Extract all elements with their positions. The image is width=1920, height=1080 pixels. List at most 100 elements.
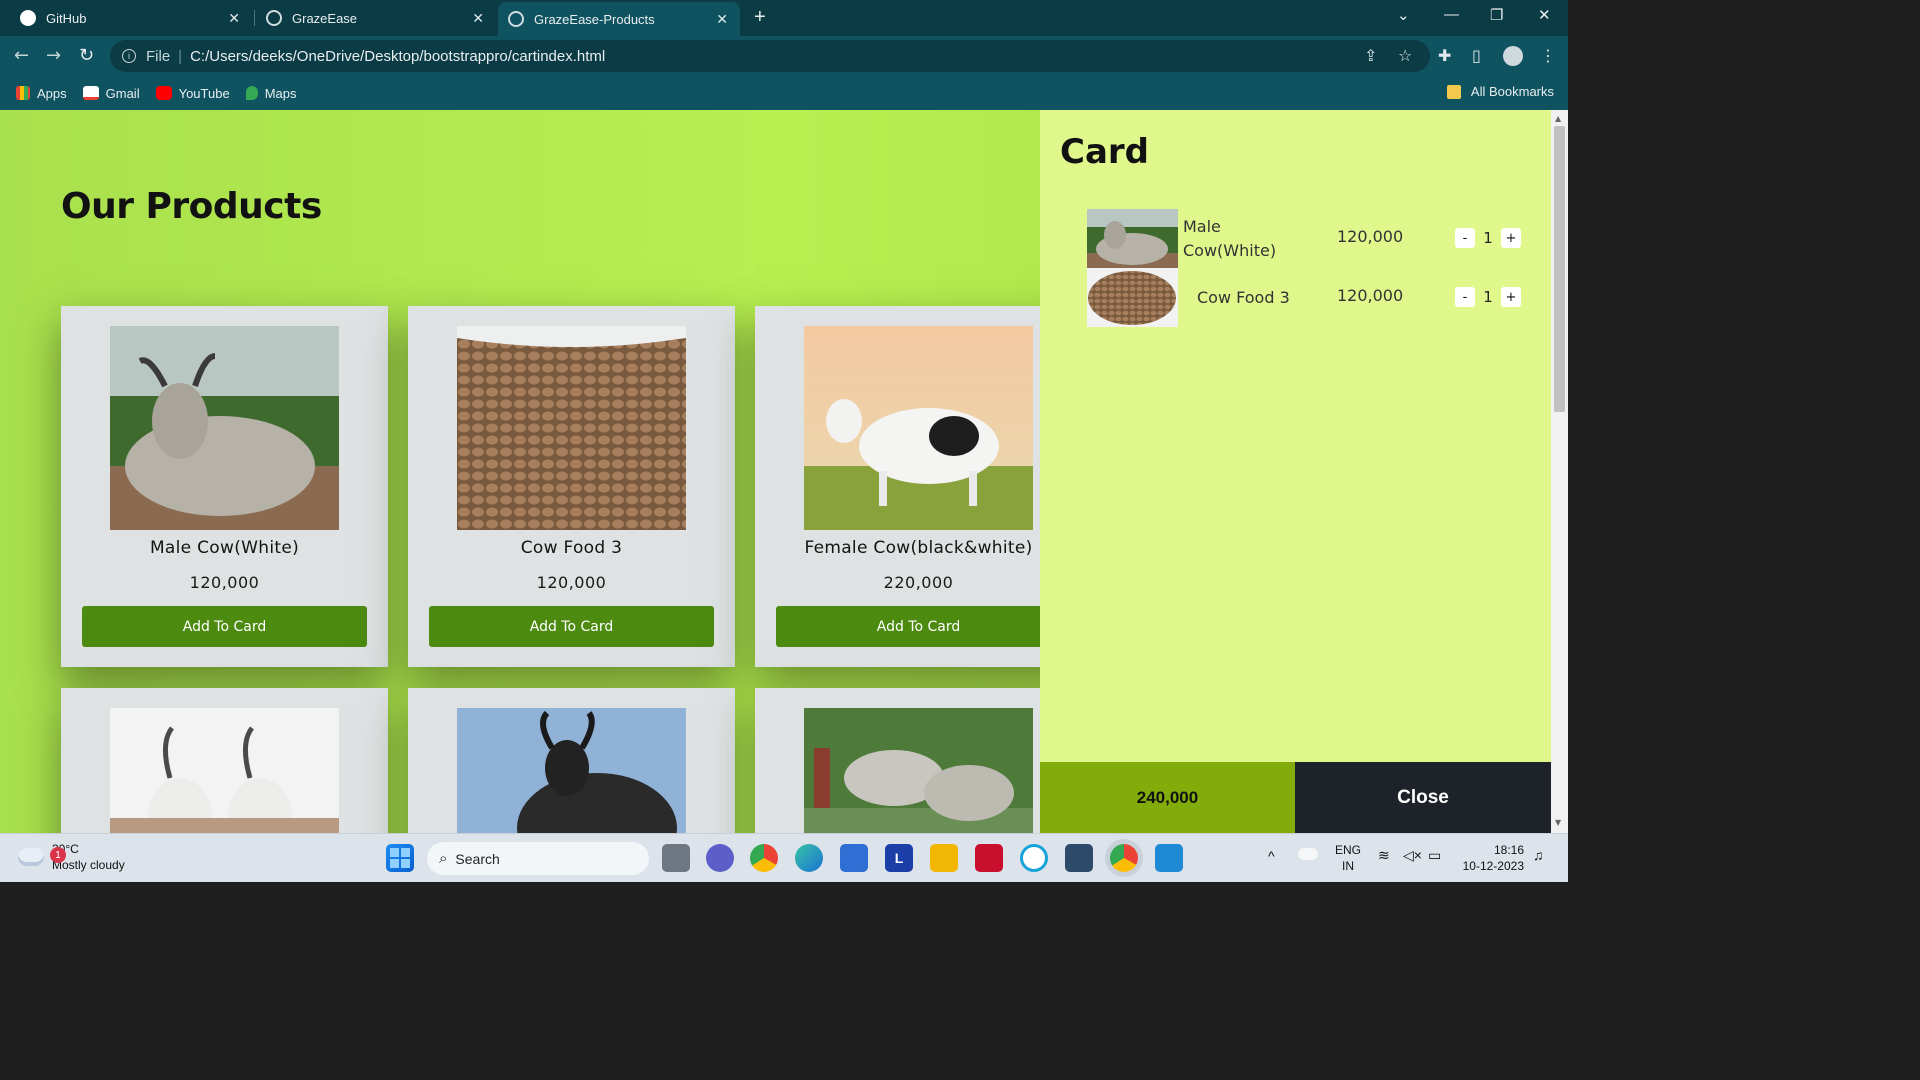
apps-grid-icon — [16, 86, 30, 100]
product-card — [61, 688, 388, 833]
restore-icon[interactable]: ❐ — [1490, 6, 1503, 24]
gmail-icon — [82, 86, 99, 100]
speaker-muted-icon[interactable]: ◁× — [1403, 847, 1422, 863]
close-tab-icon[interactable]: ✕ — [716, 11, 728, 28]
info-icon[interactable]: i — [122, 49, 136, 63]
product-name: Cow Food 3 — [520, 538, 623, 558]
cart-panel: Card Male Cow(White) 120,000 - 1 + Cow F… — [1040, 110, 1551, 833]
close-tab-icon[interactable]: ✕ — [228, 10, 240, 27]
bookmark-gmail[interactable]: Gmail — [82, 86, 140, 101]
snipping-icon[interactable] — [1065, 844, 1093, 872]
taskbar-search[interactable]: ⌕ Search — [427, 842, 649, 875]
task-view-icon[interactable] — [662, 844, 690, 872]
tab-search-chevron-icon[interactable]: ⌄ — [1397, 6, 1410, 24]
product-card — [755, 688, 1082, 833]
clock[interactable]: 18:16 10-12-2023 — [1460, 842, 1524, 874]
close-window-icon[interactable]: ✕ — [1538, 6, 1551, 24]
bookmark-apps[interactable]: Apps — [16, 86, 67, 101]
search-label: Search — [455, 850, 500, 867]
l-app-icon[interactable]: L — [885, 844, 913, 872]
cart-item: Male Cow(White) 120,000 - 1 + — [1087, 209, 1537, 269]
onedrive-icon[interactable] — [1298, 848, 1318, 860]
add-to-card-button[interactable]: Add To Card — [776, 606, 1061, 647]
close-cart-button[interactable]: Close — [1295, 762, 1551, 833]
youtube-icon — [155, 86, 172, 100]
cloud-icon — [18, 848, 44, 866]
decrease-quantity-button[interactable]: - — [1455, 287, 1475, 307]
quantity-stepper: - 1 + — [1455, 228, 1521, 248]
vscode-icon[interactable] — [1155, 844, 1183, 872]
folder-icon — [1446, 84, 1461, 99]
maps-pin-icon — [245, 86, 258, 100]
scroll-up-icon[interactable]: ▲ — [1555, 114, 1561, 123]
tab-github[interactable]: GitHub ✕ — [10, 4, 252, 32]
extensions-icon[interactable]: ✚ — [1438, 46, 1451, 65]
all-bookmarks[interactable]: All Bookmarks — [1446, 84, 1554, 99]
address-url[interactable]: C:/Users/deeks/OneDrive/Desktop/bootstra… — [190, 48, 605, 65]
edge-icon[interactable] — [795, 844, 823, 872]
add-to-card-button[interactable]: Add To Card — [82, 606, 367, 647]
github-icon — [20, 10, 36, 26]
bookmarks-bar: Apps Gmail YouTube Maps All Bookmarks — [0, 76, 1568, 110]
cart-item-image — [1087, 268, 1178, 327]
address-bar[interactable]: i File | C:/Users/deeks/OneDrive/Desktop… — [110, 40, 1430, 72]
scrollbar-thumb[interactable] — [1554, 126, 1565, 412]
product-card: Male Cow(White) 120,000 Add To Card — [61, 306, 388, 667]
share-icon[interactable]: ⇪ — [1364, 46, 1377, 65]
close-tab-icon[interactable]: ✕ — [472, 10, 484, 27]
product-image — [110, 326, 339, 530]
menu-kebab-icon[interactable]: ⋮ — [1540, 46, 1556, 65]
file-explorer-icon[interactable] — [930, 844, 958, 872]
profile-avatar[interactable] — [1503, 46, 1523, 66]
bookmark-label: Apps — [37, 85, 67, 101]
clock-time: 18:16 — [1493, 843, 1524, 857]
store-icon[interactable] — [840, 844, 868, 872]
increase-quantity-button[interactable]: + — [1501, 228, 1521, 248]
chrome-active-icon[interactable] — [1110, 844, 1138, 872]
reload-icon[interactable]: ↻ — [79, 45, 94, 66]
tab-grazeease[interactable]: GrazeEase ✕ — [256, 4, 496, 32]
minimize-icon[interactable]: — — [1444, 6, 1459, 23]
page-scrollbar[interactable]: ▲ ▼ — [1551, 110, 1568, 833]
product-card: Female Cow(black&white) 220,000 Add To C… — [755, 306, 1082, 667]
bookmark-maps[interactable]: Maps — [245, 85, 297, 101]
battery-icon[interactable]: ▭ — [1428, 847, 1441, 863]
address-scheme: File — [146, 47, 171, 65]
quantity-value: 1 — [1483, 229, 1493, 247]
windows-start-icon[interactable] — [386, 844, 414, 872]
language-top: ENG — [1335, 843, 1362, 857]
cart-title: Card — [1060, 132, 1150, 172]
chrome-icon[interactable] — [750, 844, 778, 872]
show-hidden-icons-chevron[interactable]: ^ — [1268, 848, 1275, 864]
add-to-card-button[interactable]: Add To Card — [429, 606, 714, 647]
notifications-bell-icon[interactable]: ♫ — [1533, 847, 1544, 863]
bookmark-youtube[interactable]: YouTube — [155, 86, 230, 101]
increase-quantity-button[interactable]: + — [1501, 287, 1521, 307]
mcafee-icon[interactable] — [975, 844, 1003, 872]
cart-item-name: Cow Food 3 — [1197, 288, 1290, 307]
browser-toolbar: ← → ↻ i File | C:/Users/deeks/OneDrive/D… — [0, 36, 1568, 76]
tab-grazeease-products[interactable]: GrazeEase-Products ✕ — [498, 2, 740, 36]
bookmark-star-icon[interactable]: ☆ — [1398, 46, 1412, 65]
product-image — [457, 326, 686, 530]
side-panel-icon[interactable]: ▯ — [1472, 46, 1481, 65]
cart-item-name: Male Cow(White) — [1183, 217, 1277, 260]
forward-icon[interactable]: → — [46, 45, 61, 66]
language-indicator[interactable]: ENG IN — [1335, 842, 1361, 874]
notification-badge: 1 — [50, 847, 66, 863]
wifi-icon[interactable]: ≋ — [1378, 847, 1390, 863]
decrease-quantity-button[interactable]: - — [1455, 228, 1475, 248]
product-image — [804, 326, 1033, 530]
bookmark-label: Maps — [264, 85, 297, 101]
cortana-icon[interactable] — [1020, 844, 1048, 872]
teams-chat-icon[interactable] — [706, 844, 734, 872]
language-bottom: IN — [1342, 859, 1354, 873]
product-image — [457, 708, 686, 833]
globe-icon — [508, 11, 524, 27]
back-icon[interactable]: ← — [14, 45, 29, 66]
scroll-down-icon[interactable]: ▼ — [1555, 818, 1561, 827]
weather-widget[interactable]: 1 30°C Mostly cloudy — [18, 841, 125, 873]
new-tab-icon[interactable]: + — [754, 6, 766, 29]
tab-title: GitHub — [46, 10, 87, 26]
product-price: 220,000 — [883, 573, 954, 592]
